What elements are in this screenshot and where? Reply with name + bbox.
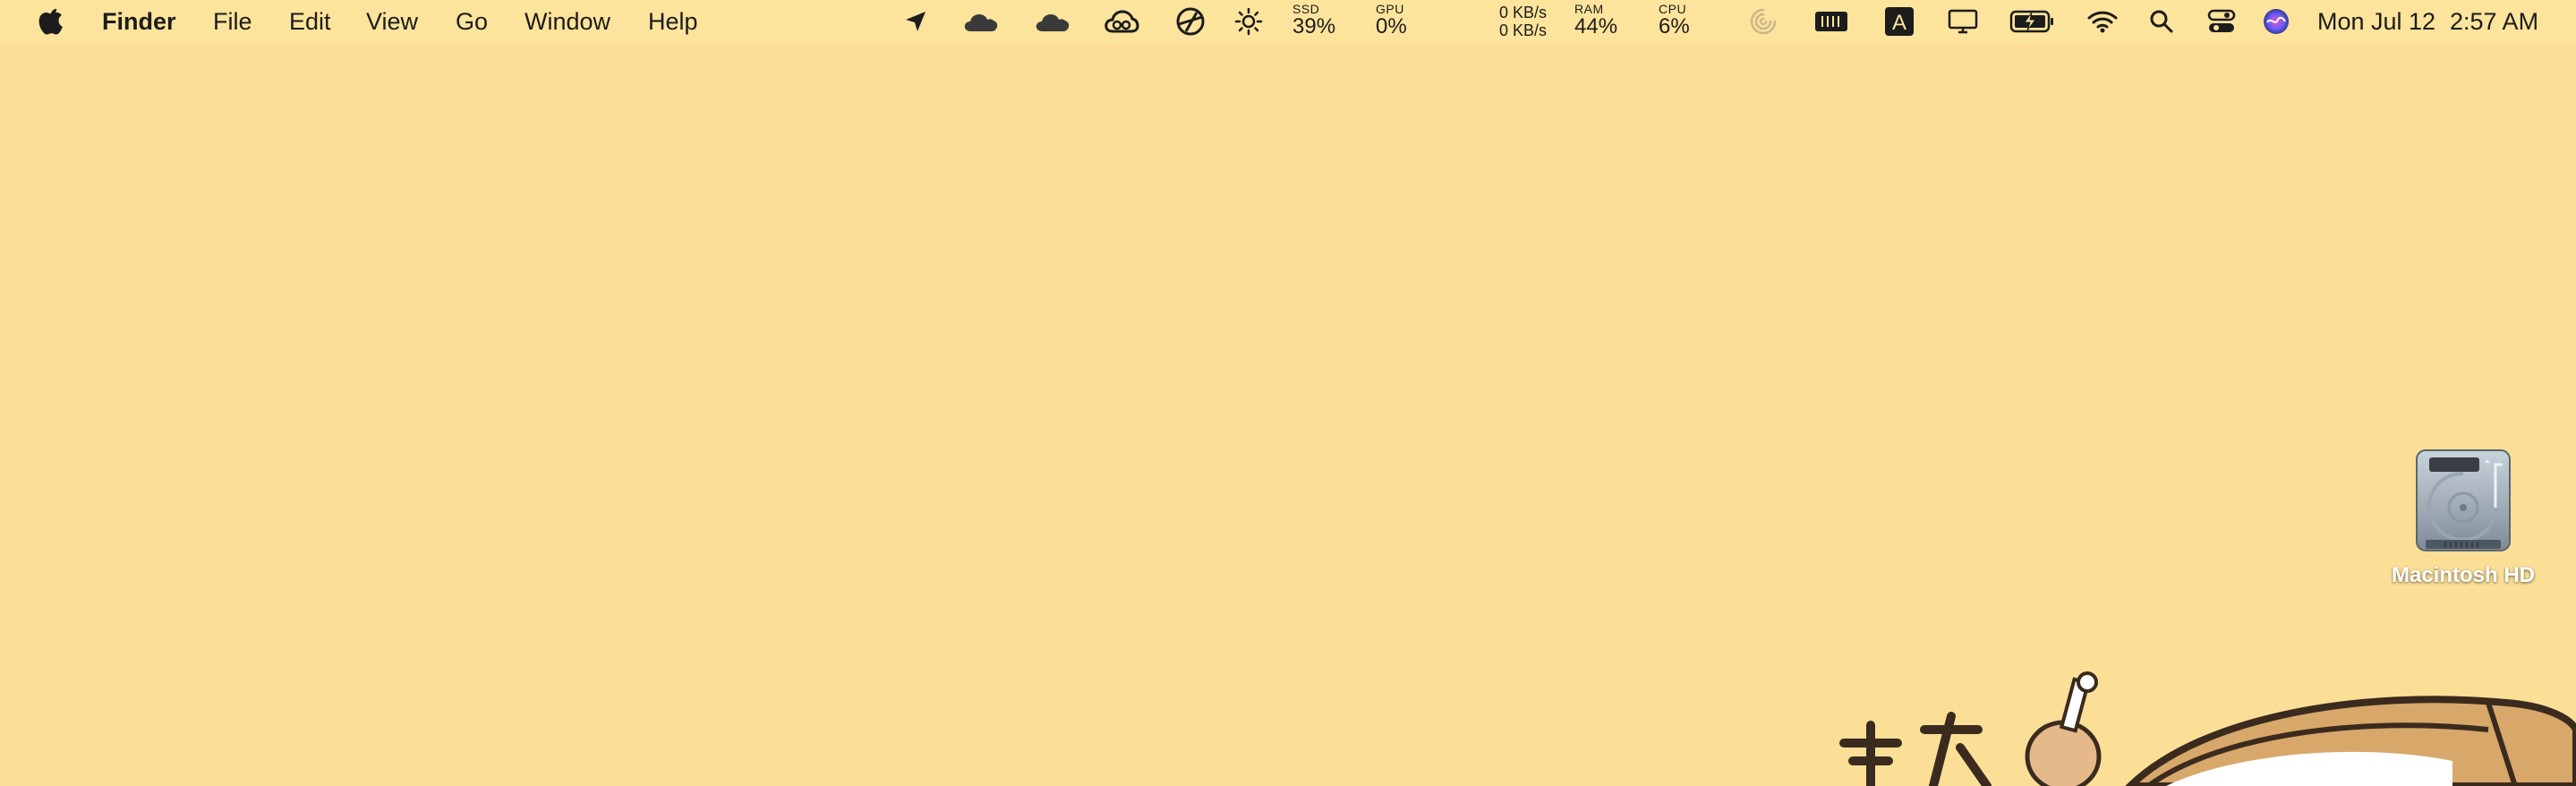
- menu-file[interactable]: File: [213, 0, 252, 43]
- wallpaper-illustration: [1839, 671, 2576, 786]
- menu-view[interactable]: View: [366, 0, 418, 43]
- menu-window[interactable]: Window: [525, 0, 610, 43]
- app-menu-finder[interactable]: Finder: [102, 0, 176, 43]
- spotlight-search-icon[interactable]: [2144, 5, 2179, 38]
- gpu-value: 0%: [1376, 14, 1407, 38]
- wallpaper-bone-end: [2077, 671, 2098, 693]
- menu-help[interactable]: Help: [648, 0, 698, 43]
- cpu-stat[interactable]: CPU 6%: [1659, 3, 1690, 42]
- control-center-icon[interactable]: [2204, 5, 2239, 38]
- gpu-stat[interactable]: GPU 0%: [1376, 3, 1407, 42]
- menu-go[interactable]: Go: [456, 0, 488, 43]
- ssd-stat[interactable]: SSD 39%: [1292, 3, 1335, 42]
- menu-bar: Finder File Edit View Go Window Help SSD…: [0, 0, 2576, 43]
- network-down: 0 KB/s: [1498, 21, 1547, 39]
- gpu-label: GPU: [1376, 2, 1404, 16]
- spinner-icon[interactable]: [1745, 5, 1781, 38]
- ram-label: RAM: [1574, 2, 1604, 16]
- brightness-icon[interactable]: [1231, 5, 1267, 38]
- wallpaper-glyph-stroke: [1920, 712, 1992, 786]
- cpu-label: CPU: [1659, 2, 1687, 16]
- ram-stat[interactable]: RAM 44%: [1574, 3, 1617, 42]
- desktop-item-macintosh-hd[interactable]: Macintosh HD: [2383, 443, 2544, 588]
- wifi-icon[interactable]: [2085, 5, 2120, 38]
- menu-edit[interactable]: Edit: [289, 0, 331, 43]
- onedrive-cloud-icon[interactable]: [1035, 5, 1070, 38]
- wallpaper-glyph-stroke: [1839, 721, 1902, 786]
- creative-cloud-icon[interactable]: [1104, 5, 1139, 38]
- input-source-icon[interactable]: A: [1881, 5, 1917, 38]
- desktop-item-label: Macintosh HD: [2391, 563, 2535, 587]
- wallpaper-drumstick: [2025, 720, 2102, 786]
- apple-logo-icon[interactable]: [33, 5, 69, 38]
- input-source-letter: A: [1892, 11, 1906, 35]
- menu-bar-time[interactable]: 2:57 AM: [2450, 0, 2538, 43]
- location-arrow-icon[interactable]: [898, 5, 934, 38]
- hard-drive-icon: [2410, 443, 2517, 560]
- display-icon[interactable]: [1945, 5, 1981, 38]
- network-stat[interactable]: 0 KB/s 0 KB/s: [1477, 4, 1547, 39]
- cpu-value: 6%: [1659, 14, 1690, 38]
- onedrive-cloud-icon[interactable]: [963, 5, 999, 38]
- ram-value: 44%: [1574, 14, 1618, 38]
- siri-icon[interactable]: [2258, 5, 2294, 38]
- linear-sync-icon[interactable]: [1173, 5, 1208, 38]
- battery-charging-icon[interactable]: [2009, 5, 2056, 38]
- ssd-value: 39%: [1292, 14, 1336, 38]
- network-up: 0 KB/s: [1498, 4, 1547, 21]
- ssd-label: SSD: [1292, 2, 1320, 16]
- memory-icon[interactable]: [1813, 5, 1849, 38]
- menu-bar-date[interactable]: Mon Jul 12: [2317, 0, 2435, 43]
